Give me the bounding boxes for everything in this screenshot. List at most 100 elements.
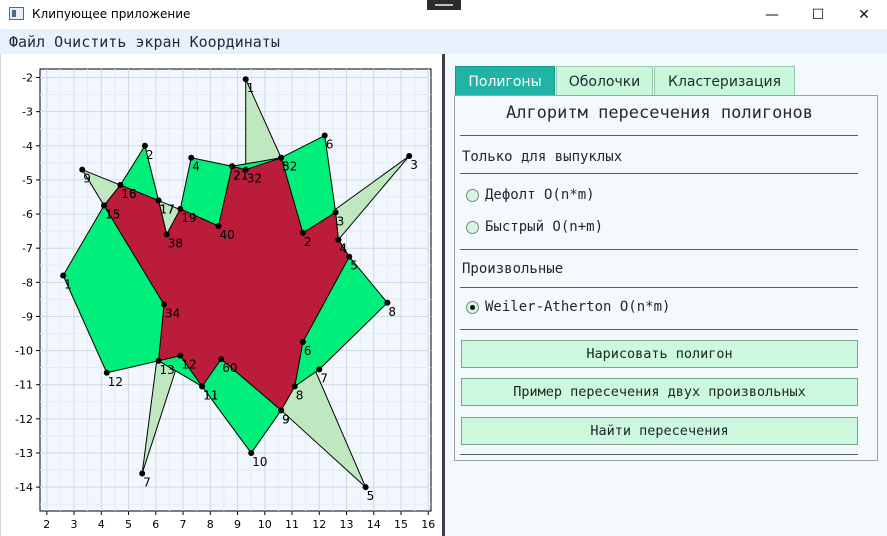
polygon-b-vertex-label: 3 (410, 158, 418, 172)
title-bar: Клипующее приложение — ☐ ✕ (0, 0, 887, 29)
polygon-a-vertex-label: 5 (282, 160, 290, 174)
polygon-b-vertex-label: 60 (222, 361, 237, 375)
divider-line (460, 173, 858, 174)
algorithm-title: Алгоритм пересечения полигонов (505, 103, 814, 123)
polygon-b-vertex-label: 40 (219, 228, 234, 242)
menu-coordinates[interactable]: Координаты (190, 33, 280, 51)
window-drag-grip[interactable] (427, 0, 461, 10)
polygon-b-vertex-label: 34 (165, 307, 180, 321)
radio-checked-icon (466, 300, 479, 314)
polygon-a-vertex-label: 8 (296, 388, 304, 402)
menu-clear-screen[interactable]: Очистить экран (54, 33, 180, 51)
polygon-a-vertex-label: 4 (192, 160, 200, 174)
menu-file[interactable]: Файл (9, 33, 45, 51)
app-window-icon (9, 7, 24, 20)
x-tick-label: 7 (180, 518, 187, 531)
polygon-a-vertex-label: 8 (388, 305, 396, 319)
polygon-b-vertex-label: 7 (143, 475, 151, 489)
y-tick-label: -5 (22, 174, 33, 187)
polygon-a-vertex-label: 17 (160, 202, 175, 216)
y-tick-label: -9 (22, 310, 33, 323)
polygon-a-vertex-label: 15 (105, 208, 120, 222)
x-tick-label: 15 (394, 518, 408, 531)
polygon-b-vertex-label: 9 (83, 172, 91, 186)
example-intersection-button[interactable]: Пример пересечения двух произвольных (461, 378, 858, 406)
x-tick-label: 9 (234, 518, 241, 531)
polygon-b-vertex-label: 2 (304, 235, 312, 249)
polygon-a-vertex-label: 38 (168, 237, 183, 251)
polygon-a-vertex-label: 16 (121, 187, 136, 201)
polygon-a-vertex-label: 4 (339, 242, 347, 256)
minimize-icon: — (765, 6, 779, 23)
x-tick-label: 3 (71, 518, 78, 531)
y-tick-label: -14 (15, 481, 33, 494)
x-tick-label: 16 (421, 518, 435, 531)
close-icon: ✕ (858, 6, 870, 23)
divider-line (460, 329, 858, 330)
x-tick-label: 4 (98, 518, 105, 531)
x-tick-label: 11 (285, 518, 299, 531)
tab-clustering[interactable]: Кластеризация (654, 66, 795, 96)
radio-fast[interactable]: Быстрый O(n+m) (466, 219, 603, 235)
radio-fast-label: Быстрый O(n+m) (485, 219, 604, 235)
y-tick-label: -10 (15, 345, 33, 358)
y-tick-label: -11 (15, 379, 33, 392)
x-tick-label: 8 (207, 518, 214, 531)
polygon-a-vertex-label: 21 (233, 168, 248, 182)
radio-default-label: Дефолт O(n*m) (485, 187, 595, 203)
convex-section-label: Только для выпуклых (462, 149, 623, 165)
radio-circle-icon (466, 220, 479, 234)
x-tick-label: 10 (258, 518, 272, 531)
polygon-b-vertex-label: 5 (367, 489, 375, 503)
tab-bar: Полигоны Оболочки Кластеризация (455, 66, 796, 96)
controls-panel: Полигоны Оболочки Кластеризация Алгоритм… (445, 54, 887, 536)
y-tick-label: -13 (15, 447, 33, 460)
polygon-a-vertex-label: 7 (320, 371, 328, 385)
polygon-b-vertex-label: 6 (304, 344, 312, 358)
maximize-icon: ☐ (811, 6, 825, 23)
y-tick-label: -7 (22, 242, 33, 255)
x-tick-label: 2 (43, 518, 50, 531)
minimize-button[interactable]: — (749, 0, 795, 29)
y-tick-label: -6 (22, 208, 33, 221)
y-tick-label: -8 (22, 276, 33, 289)
polygon-plot[interactable]: 2 3 4 5 6 7 8 9 10 11 12 13 14 15 16-2-3-4-5-6-7-8-9-1… (1, 54, 443, 536)
polygon-a-vertex-label: 19 (181, 211, 196, 225)
y-tick-label: -4 (22, 140, 33, 153)
x-tick-label: 6 (152, 518, 159, 531)
draw-polygon-button[interactable]: Нарисовать полигон (461, 340, 858, 368)
polygon-a-vertex-label: 1 (64, 277, 72, 291)
polygon-a-vertex-label: 13 (160, 363, 175, 377)
tab-polygons[interactable]: Полигоны (455, 66, 555, 96)
polygon-b-vertex-label: 12 (181, 358, 196, 372)
menu-bar: Файл Очистить экран Координаты (0, 29, 887, 54)
radio-default[interactable]: Дефолт O(n*m) (466, 187, 595, 203)
maximize-button[interactable]: ☐ (795, 0, 841, 29)
x-tick-label: 13 (340, 518, 354, 531)
tab-hulls[interactable]: Оболочки (556, 66, 653, 96)
divider-line (460, 135, 858, 136)
polygon-b-vertex-label: 32 (247, 172, 262, 186)
polygon-a-vertex-label: 5 (350, 259, 358, 273)
y-tick-label: -12 (15, 413, 33, 426)
x-tick-label: 12 (312, 518, 326, 531)
arbitrary-section-label: Произвольные (462, 261, 564, 277)
polygon-a-vertex-label: 3 (337, 214, 345, 228)
x-tick-label: 14 (367, 518, 381, 531)
polygon-a-vertex-label: 2 (146, 148, 154, 162)
polygon-a-vertex-label: 12 (108, 375, 123, 389)
divider-line (460, 454, 858, 455)
find-intersections-button[interactable]: Найти пересечения (461, 417, 858, 445)
polygon-a-vertex-label: 9 (282, 412, 290, 426)
polygon-a-vertex-label: 10 (252, 455, 267, 469)
plot-panel: 2 3 4 5 6 7 8 9 10 11 12 13 14 15 16 -2 -3 -4 -5 -6 -7 -8 -9 -1… (0, 54, 442, 536)
polygon-b-vertex-label: 1 (247, 81, 255, 95)
polygon-a-vertex-label: 6 (326, 138, 334, 152)
radio-weiler-atherton-label: Weiler-Atherton O(n*m) (485, 299, 671, 315)
x-tick-label: 5 (125, 518, 132, 531)
radio-weiler-atherton[interactable]: Weiler-Atherton O(n*m) (466, 299, 670, 315)
radio-circle-icon (466, 188, 479, 202)
divider-line (460, 287, 858, 288)
divider-line (460, 249, 858, 250)
close-button[interactable]: ✕ (841, 0, 887, 29)
